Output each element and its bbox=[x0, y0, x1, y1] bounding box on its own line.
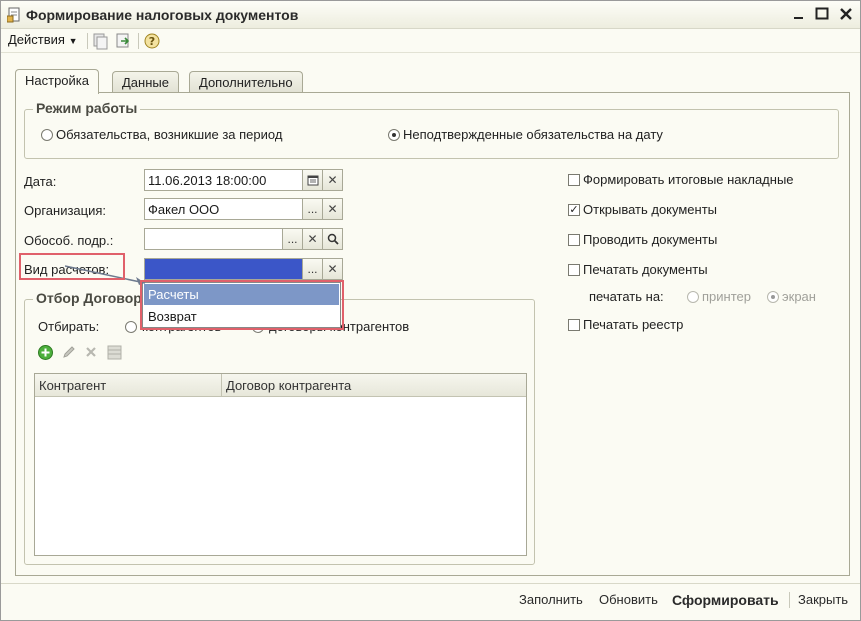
print-printer-label: принтер bbox=[702, 289, 751, 304]
ellipsis-icon: ... bbox=[287, 232, 298, 246]
subdivision-label: Обособ. подр.: bbox=[24, 233, 114, 248]
print-docs-checkbox[interactable] bbox=[568, 264, 580, 276]
tab-settings[interactable]: Настройка bbox=[15, 69, 99, 94]
calendar-button[interactable] bbox=[303, 169, 323, 191]
settlement-type-dropdown: Расчеты Возврат bbox=[142, 282, 341, 328]
mode-group: Режим работы Обязательства, возникшие за… bbox=[24, 100, 839, 159]
settings-panel: Режим работы Обязательства, возникшие за… bbox=[15, 92, 850, 576]
date-clear-button[interactable]: ✕ bbox=[323, 169, 343, 191]
bottom-separator bbox=[789, 592, 790, 608]
mode-period-label: Обязательства, возникшие за период bbox=[56, 127, 283, 142]
column-counterparty[interactable]: Контрагент bbox=[39, 378, 106, 393]
annotation-arrow bbox=[64, 265, 146, 285]
document-app-icon bbox=[7, 7, 20, 23]
mode-period-radio[interactable] bbox=[41, 129, 53, 141]
settlement-type-select-button[interactable]: ... bbox=[303, 258, 323, 280]
window-title: Формирование налоговых документов bbox=[26, 7, 299, 23]
calendar-icon bbox=[307, 175, 318, 186]
tab-data[interactable]: Данные bbox=[112, 71, 179, 93]
open-docs-label: Открывать документы bbox=[583, 202, 718, 217]
clear-x-icon: ✕ bbox=[327, 262, 338, 276]
post-docs-checkbox[interactable] bbox=[568, 234, 580, 246]
generate-button[interactable]: Сформировать bbox=[672, 592, 779, 608]
document-list-icon[interactable] bbox=[92, 32, 108, 50]
triangle-down-icon: ▼ bbox=[68, 36, 78, 46]
print-on-label: печатать на: bbox=[589, 289, 664, 304]
minimize-icon[interactable] bbox=[791, 6, 807, 22]
toolbar-separator bbox=[87, 33, 88, 49]
post-docs-label: Проводить документы bbox=[583, 232, 718, 247]
toolbar: Действия ▼ ? bbox=[1, 29, 860, 53]
clear-x-icon: ✕ bbox=[327, 173, 338, 187]
table-header: Контрагент Договор контрагента bbox=[35, 374, 526, 397]
column-divider[interactable] bbox=[221, 374, 222, 397]
delete-x-icon[interactable] bbox=[85, 346, 97, 358]
refresh-button[interactable]: Обновить bbox=[599, 592, 658, 607]
dropdown-item-return[interactable]: Возврат bbox=[144, 306, 339, 327]
title-bar: Формирование налоговых документов bbox=[1, 1, 860, 29]
summary-invoices-label: Формировать итоговые накладные bbox=[583, 172, 794, 187]
summary-invoices-checkbox[interactable] bbox=[568, 174, 580, 186]
print-screen-label: экран bbox=[782, 289, 816, 304]
counterparty-table[interactable]: Контрагент Договор контрагента bbox=[34, 373, 527, 556]
dropdown-item-settlements[interactable]: Расчеты bbox=[144, 284, 339, 305]
organization-label: Организация: bbox=[24, 203, 107, 218]
subdivision-field[interactable] bbox=[144, 228, 283, 250]
settlement-type-clear-button[interactable]: ✕ bbox=[323, 258, 343, 280]
date-label: Дата: bbox=[24, 174, 57, 189]
close-icon[interactable] bbox=[838, 6, 854, 22]
print-printer-radio[interactable] bbox=[687, 291, 699, 303]
organization-clear-button[interactable]: ✕ bbox=[323, 198, 343, 220]
organization-field[interactable]: Факел ООО bbox=[144, 198, 303, 220]
add-row-icon[interactable] bbox=[38, 345, 53, 360]
ellipsis-icon: ... bbox=[307, 262, 318, 276]
svg-text:?: ? bbox=[149, 35, 155, 48]
mode-unconfirmed-label: Неподтвержденные обязательства на дату bbox=[403, 127, 663, 142]
print-registry-label: Печатать реестр bbox=[583, 317, 684, 332]
help-icon[interactable]: ? bbox=[144, 32, 160, 50]
print-screen-radio[interactable] bbox=[767, 291, 779, 303]
print-docs-label: Печатать документы bbox=[583, 262, 708, 277]
organization-select-button[interactable]: ... bbox=[303, 198, 323, 220]
bottom-bar: Заполнить Обновить Сформировать Закрыть bbox=[1, 583, 860, 620]
edit-pencil-icon[interactable] bbox=[62, 345, 76, 359]
subdivision-select-button[interactable]: ... bbox=[283, 228, 303, 250]
settlement-type-field[interactable] bbox=[144, 258, 303, 280]
print-registry-checkbox[interactable] bbox=[568, 319, 580, 331]
open-docs-checkbox[interactable]: ✓ bbox=[568, 204, 580, 216]
subdivision-clear-button[interactable]: ✕ bbox=[303, 228, 323, 250]
column-contract[interactable]: Договор контрагента bbox=[226, 378, 351, 393]
fill-button[interactable]: Заполнить bbox=[519, 592, 583, 607]
close-button[interactable]: Закрыть bbox=[798, 592, 848, 607]
subdivision-search-button[interactable] bbox=[323, 228, 343, 250]
ellipsis-icon: ... bbox=[307, 202, 318, 216]
mode-group-title: Режим работы bbox=[33, 100, 141, 116]
clear-x-icon: ✕ bbox=[327, 202, 338, 216]
filter-counterparties-radio[interactable] bbox=[125, 321, 137, 333]
tab-additional[interactable]: Дополнительно bbox=[189, 71, 303, 93]
date-field[interactable]: 11.06.2013 18:00:00 bbox=[144, 169, 303, 191]
maximize-icon[interactable] bbox=[814, 6, 830, 22]
mode-unconfirmed-radio[interactable] bbox=[388, 129, 400, 141]
actions-menu-label: Действия bbox=[8, 32, 65, 47]
table-fill-icon[interactable] bbox=[107, 345, 122, 360]
document-export-icon[interactable] bbox=[115, 32, 131, 50]
toolbar-separator bbox=[138, 33, 139, 49]
magnifier-icon bbox=[327, 233, 339, 245]
filter-select-label: Отбирать: bbox=[38, 319, 100, 334]
actions-menu[interactable]: Действия ▼ bbox=[8, 32, 78, 50]
clear-x-icon: ✕ bbox=[307, 232, 318, 246]
main-window: Формирование налоговых документов Действ… bbox=[0, 0, 861, 621]
